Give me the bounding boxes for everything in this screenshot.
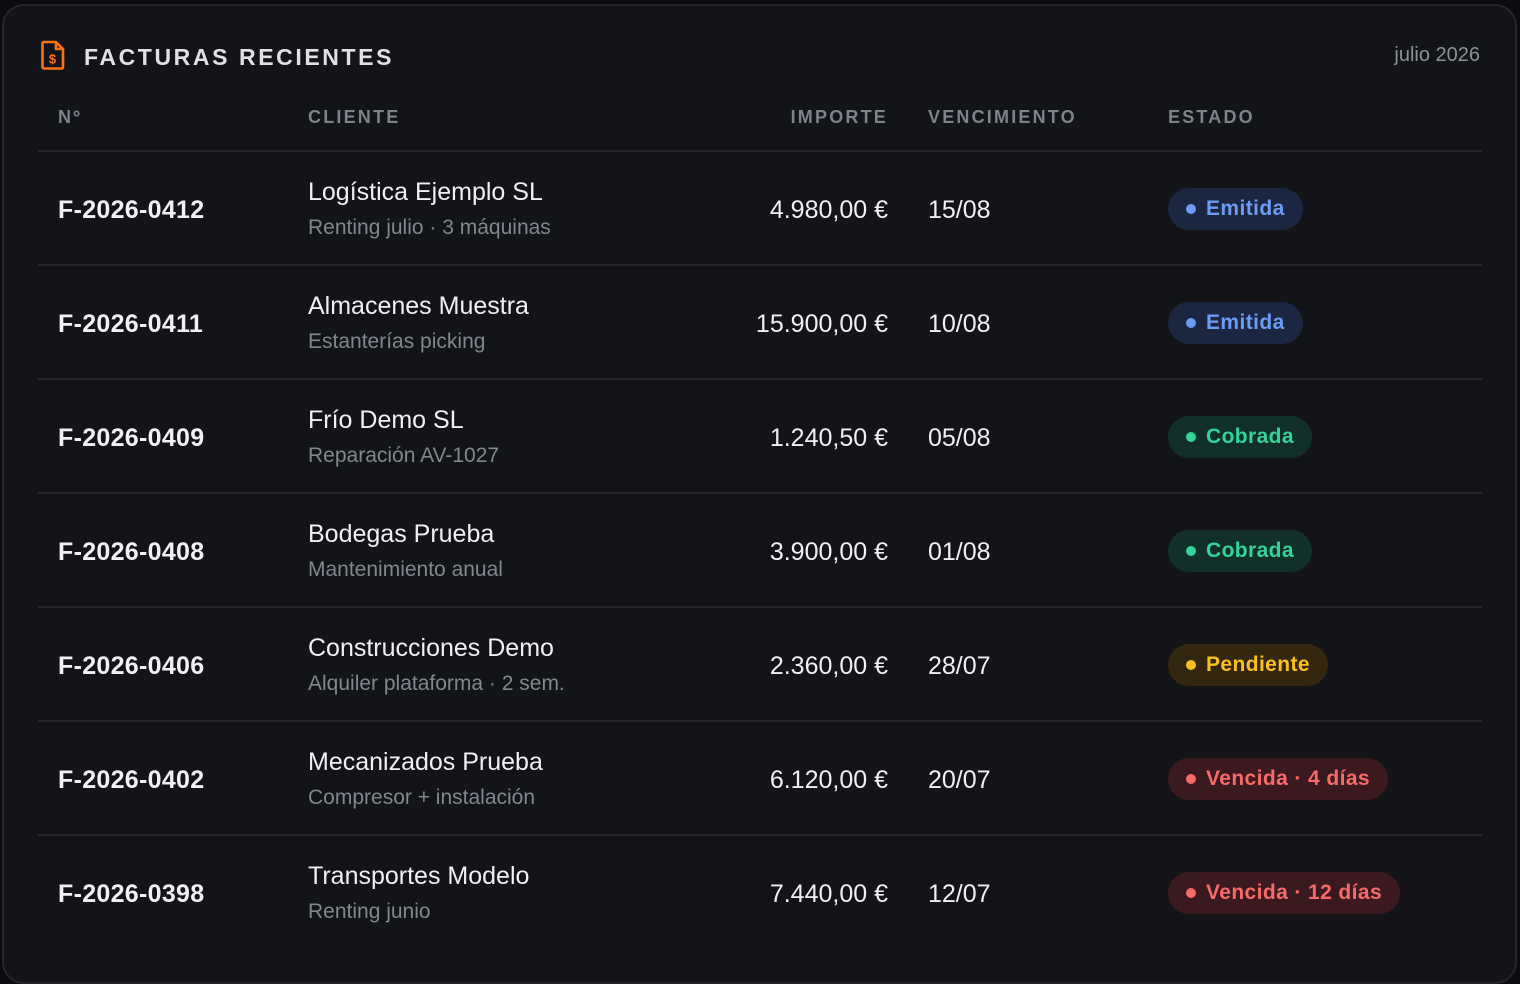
invoice-number: F-2026-0409 [58, 424, 205, 452]
invoice-amount: 7.440,00 € [769, 880, 888, 908]
client-name: Almacenes Muestra [308, 292, 529, 320]
due-date: 15/08 [928, 196, 991, 224]
invoice-amount: 2.360,00 € [769, 652, 888, 680]
due-date: 20/07 [928, 766, 991, 794]
status-badge: Emitida [1168, 188, 1303, 230]
status-badge: Cobrada [1168, 530, 1312, 572]
invoice-number: F-2026-0408 [58, 538, 205, 566]
invoice-number: F-2026-0412 [58, 196, 205, 224]
invoice-description: Alquiler plataforma · 2 sem. [308, 672, 565, 695]
invoice-euro-icon: $ [40, 40, 66, 70]
table-row[interactable]: F-2026-0408 Bodegas Prueba Mantenimiento… [38, 494, 1482, 608]
invoice-description: Reparación AV-1027 [308, 444, 500, 467]
invoice-number: F-2026-0402 [58, 766, 205, 794]
status-badge: Emitida [1168, 302, 1303, 344]
invoice-amount: 6.120,00 € [769, 766, 888, 794]
status-badge: Pendiente [1168, 644, 1328, 686]
status-label: Cobrada [1206, 425, 1294, 448]
table-row[interactable]: F-2026-0398 Transportes Modelo Renting j… [38, 836, 1482, 950]
invoice-amount: 15.900,00 € [755, 310, 888, 338]
card-header: $ FACTURAS RECIENTES julio 2026 [40, 40, 1480, 74]
column-header-client[interactable]: CLIENTE [308, 107, 400, 128]
invoice-amount: 1.240,50 € [769, 424, 888, 452]
invoice-number: F-2026-0406 [58, 652, 205, 680]
column-header-number[interactable]: Nº [58, 107, 82, 128]
client-name: Construcciones Demo [308, 634, 554, 662]
period-label: julio 2026 [1394, 44, 1480, 66]
status-label: Pendiente [1206, 653, 1310, 676]
status-label: Emitida [1206, 197, 1285, 220]
column-header-amount[interactable]: IMPORTE [791, 107, 888, 128]
status-label: Emitida [1206, 311, 1285, 334]
status-dot-icon [1186, 318, 1196, 328]
invoice-description: Renting julio · 3 máquinas [308, 216, 551, 239]
invoice-description: Estanterías picking [308, 330, 486, 353]
table-row[interactable]: F-2026-0409 Frío Demo SL Reparación AV-1… [38, 380, 1482, 494]
card-title: FACTURAS RECIENTES [84, 44, 395, 70]
invoice-amount: 4.980,00 € [769, 196, 888, 224]
client-name: Bodegas Prueba [308, 520, 495, 548]
due-date: 05/08 [928, 424, 991, 452]
due-date: 28/07 [928, 652, 991, 680]
table-row[interactable]: F-2026-0402 Mecanizados Prueba Compresor… [38, 722, 1482, 836]
invoice-number: F-2026-0398 [58, 880, 205, 908]
client-name: Frío Demo SL [308, 406, 464, 434]
invoice-description: Compresor + instalación [308, 786, 536, 809]
client-name: Transportes Modelo [308, 862, 530, 890]
due-date: 01/08 [928, 538, 991, 566]
status-badge: Vencida · 4 días [1168, 758, 1388, 800]
table-row[interactable]: F-2026-0412 Logística Ejemplo SL Renting… [38, 152, 1482, 266]
invoice-description: Mantenimiento anual [308, 558, 503, 581]
invoice-amount: 3.900,00 € [769, 538, 888, 566]
status-dot-icon [1186, 888, 1196, 898]
client-name: Mecanizados Prueba [308, 748, 543, 776]
svg-text:$: $ [49, 52, 57, 67]
client-name: Logística Ejemplo SL [308, 178, 543, 206]
status-badge: Vencida · 12 días [1168, 872, 1401, 914]
status-label: Cobrada [1206, 539, 1294, 562]
table-row[interactable]: F-2026-0406 Construcciones Demo Alquiler… [38, 608, 1482, 722]
due-date: 12/07 [928, 880, 991, 908]
status-badge: Cobrada [1168, 416, 1312, 458]
column-header-due[interactable]: VENCIMIENTO [928, 107, 1077, 128]
column-header-status[interactable]: ESTADO [1168, 107, 1255, 128]
invoice-description: Renting junio [308, 900, 431, 923]
status-dot-icon [1186, 660, 1196, 670]
status-dot-icon [1186, 432, 1196, 442]
status-dot-icon [1186, 774, 1196, 784]
status-label: Vencida · 4 días [1206, 767, 1370, 790]
invoice-number: F-2026-0411 [58, 310, 204, 338]
table-row[interactable]: F-2026-0411 Almacenes Muestra Estantería… [38, 266, 1482, 380]
status-label: Vencida · 12 días [1206, 881, 1383, 904]
due-date: 10/08 [928, 310, 991, 338]
status-dot-icon [1186, 546, 1196, 556]
status-dot-icon [1186, 204, 1196, 214]
